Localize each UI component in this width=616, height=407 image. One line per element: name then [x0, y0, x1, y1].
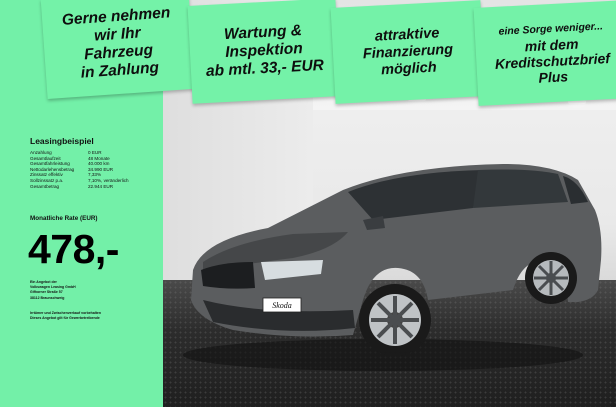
lease-value: 22.944 EUR: [88, 183, 114, 189]
banner-text: mit dem Kreditschutzbrief Plus: [494, 35, 611, 86]
banner-text: Wartung & Inspektion ab mtl. 33,- EUR: [205, 21, 325, 81]
banner-text: Gerne nehmen wir Ihr Fahrzeug in Zahlung: [61, 4, 171, 82]
banner-text: attraktive Finanzierung möglich: [362, 24, 454, 78]
monthly-rate: 478,-: [28, 226, 119, 272]
provider-info: Ein Angebot der Volkswagen Leasing GmbH …: [30, 280, 76, 301]
lease-title: Leasingbeispiel: [30, 136, 94, 146]
ad-frame: Skoda Leasingbeispiel Anzahlung 0 EUR Ge…: [0, 0, 616, 407]
banner-financing: attraktive Finanzierung möglich: [330, 0, 486, 104]
banner-trade-in: Gerne nehmen wir Ihr Fahrzeug in Zahlung: [40, 0, 196, 100]
provider-line: 38112 Braunschweig: [30, 295, 65, 300]
disclaimer: Irrtümer und Zwischenverkauf vorbehalten…: [30, 311, 101, 321]
monthly-rate-label: Monatliche Rate (EUR): [30, 215, 98, 222]
car-image: Skoda: [183, 164, 602, 371]
lease-table: Anzahlung 0 EUR Gesamtlaufzeit 48 Monate G…: [30, 150, 129, 189]
banner-credit-protection: eine Sorge weniger... mit dem Kreditschu…: [473, 0, 616, 106]
lease-key: Gesamtbetrag: [30, 183, 60, 189]
lease-row: Gesamtbetrag 22.944 EUR: [30, 184, 129, 190]
banner-maintenance: Wartung & Inspektion ab mtl. 33,- EUR: [187, 0, 341, 104]
license-plate: Skoda: [272, 301, 292, 310]
disclaimer-line: Dieses Angebot gilt für Gewerbetreibende: [30, 316, 100, 321]
